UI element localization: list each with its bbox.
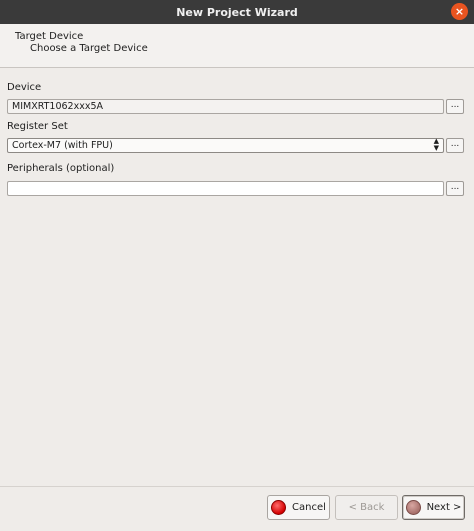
register-set-value: Cortex-M7 (with FPU) xyxy=(12,140,113,151)
back-label: < Back xyxy=(348,502,385,513)
register-set-label: Register Set xyxy=(7,121,68,132)
close-button[interactable]: × xyxy=(451,3,468,20)
device-value: MIMXRT1062xxx5A xyxy=(12,101,104,112)
back-button[interactable]: < Back xyxy=(335,495,398,520)
cancel-button[interactable]: Cancel xyxy=(267,495,330,520)
next-label: Next > xyxy=(426,502,462,513)
device-browse-button[interactable]: ... xyxy=(446,99,464,114)
peripherals-field[interactable] xyxy=(7,181,444,196)
register-set-browse-button[interactable]: ... xyxy=(446,138,464,153)
next-button[interactable]: Next > xyxy=(402,495,465,520)
footer-separator xyxy=(0,486,474,487)
page-subtitle: Choose a Target Device xyxy=(30,43,148,54)
window-title: New Project Wizard xyxy=(176,5,298,19)
title-bar: New Project Wizard × xyxy=(0,0,474,24)
cancel-icon xyxy=(271,500,287,515)
peripherals-label: Peripherals (optional) xyxy=(7,163,115,174)
peripherals-browse-button[interactable]: ... xyxy=(446,181,464,196)
next-icon xyxy=(405,500,421,515)
cancel-label: Cancel xyxy=(292,502,326,513)
register-set-select[interactable]: Cortex-M7 (with FPU) ▲ ▼ xyxy=(7,138,444,153)
wizard-header: Target Device Choose a Target Device xyxy=(0,24,474,68)
device-label: Device xyxy=(7,82,42,93)
device-field[interactable]: MIMXRT1062xxx5A xyxy=(7,99,444,114)
close-icon: × xyxy=(454,5,465,18)
page-title: Target Device xyxy=(15,31,84,42)
up-down-arrows-icon: ▲ ▼ xyxy=(433,137,439,152)
